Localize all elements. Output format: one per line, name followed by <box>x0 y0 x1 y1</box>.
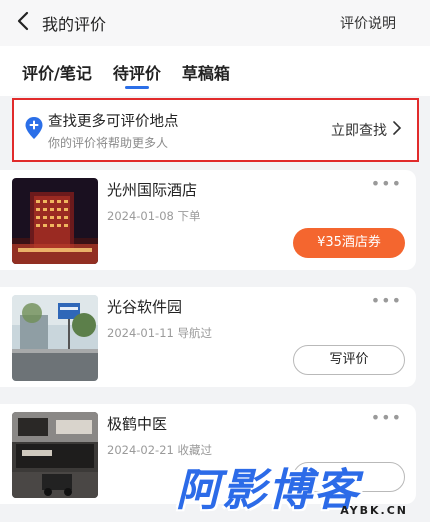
watermark-title: 阿影博客 <box>176 465 360 516</box>
header-bar: 我的评价 评价说明 <box>0 0 430 46</box>
find-more-title: 查找更多可评价地点 <box>48 114 179 130</box>
place-photo-clinic <box>12 412 98 498</box>
place-name: 光谷软件园 <box>107 298 183 316</box>
hotel-coupon-button[interactable]: ¥35酒店券 <box>293 228 405 258</box>
find-more-subtitle: 你的评价将帮助更多人 <box>48 136 169 150</box>
place-name: 极鹤中医 <box>107 415 168 433</box>
location-plus-icon <box>25 117 43 139</box>
tab-pending-review[interactable]: 待评价 <box>113 60 161 90</box>
place-card[interactable]: 光谷软件园 2024-01-11 导航过 ••• 写评价 <box>0 287 416 387</box>
place-meta: 2024-01-08 下单 <box>107 209 201 223</box>
tab-bar: 评价/笔记 待评价 草稿箱 <box>22 60 251 90</box>
watermark-overlay: 阿影博客 AYBK.CN <box>176 454 430 522</box>
tab-drafts[interactable]: 草稿箱 <box>182 60 230 90</box>
watermark-subtitle: AYBK.CN <box>340 504 408 517</box>
place-photo-hotel <box>12 178 98 264</box>
more-options-icon[interactable]: ••• <box>371 410 402 426</box>
write-review-button[interactable]: 写评价 <box>293 345 405 375</box>
find-now-link[interactable]: 立即查找 <box>331 120 387 140</box>
place-meta: 2024-01-11 导航过 <box>107 326 212 340</box>
chevron-right-icon <box>393 121 402 135</box>
place-name: 光州国际酒店 <box>107 181 198 199</box>
place-photo-software-park <box>12 295 98 381</box>
tab-reviews-notes[interactable]: 评价/笔记 <box>22 60 92 90</box>
more-options-icon[interactable]: ••• <box>371 293 402 309</box>
page-title: 我的评价 <box>42 15 107 34</box>
back-arrow-icon[interactable] <box>12 9 36 33</box>
find-more-places-banner[interactable]: 查找更多可评价地点 你的评价将帮助更多人 立即查找 <box>12 98 419 162</box>
review-help-link[interactable]: 评价说明 <box>340 13 396 33</box>
place-card[interactable]: 光州国际酒店 2024-01-08 下单 ••• ¥35酒店券 <box>0 170 416 270</box>
more-options-icon[interactable]: ••• <box>371 176 402 192</box>
